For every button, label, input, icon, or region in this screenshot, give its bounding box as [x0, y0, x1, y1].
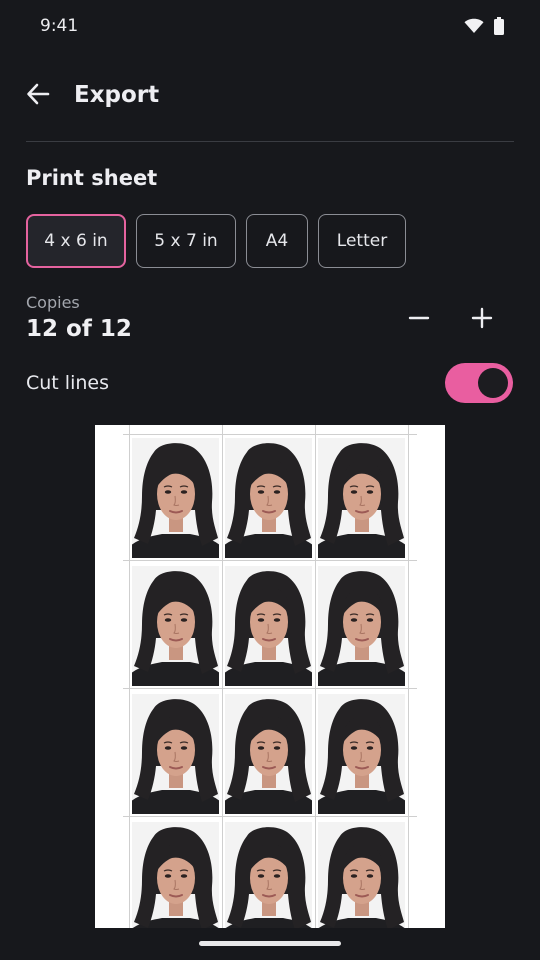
cut-line-horizontal — [123, 560, 417, 561]
divider — [26, 141, 514, 142]
chip-letter[interactable]: Letter — [318, 214, 406, 268]
chip-label: 5 x 7 in — [154, 231, 218, 251]
passport-photo — [318, 438, 405, 558]
passport-photo — [225, 822, 312, 928]
cut-line-horizontal — [123, 816, 417, 817]
cut-line-vertical — [315, 425, 316, 928]
page-title: Export — [74, 82, 160, 108]
passport-photo — [132, 694, 219, 814]
passport-photo — [132, 566, 219, 686]
print-sheet-title: Print sheet — [26, 166, 158, 190]
cut-line-vertical — [129, 425, 130, 928]
cut-line-horizontal — [123, 688, 417, 689]
paper-size-chips: 4 x 6 in 5 x 7 in A4 Letter — [26, 214, 406, 268]
cut-line-vertical — [408, 425, 409, 928]
battery-icon — [494, 17, 504, 39]
cut-lines-toggle[interactable] — [445, 363, 513, 403]
wifi-icon — [464, 18, 484, 38]
back-button[interactable] — [20, 78, 56, 114]
chip-4x6[interactable]: 4 x 6 in — [26, 214, 126, 268]
cut-line-horizontal — [123, 434, 417, 435]
chip-a4[interactable]: A4 — [246, 214, 308, 268]
increment-copies-button[interactable] — [464, 302, 500, 338]
passport-photo — [318, 566, 405, 686]
chip-label: 4 x 6 in — [44, 231, 108, 251]
minus-icon — [408, 307, 430, 333]
app-bar: Export — [0, 70, 540, 124]
photo-grid — [132, 438, 405, 928]
arrow-back-icon — [25, 81, 51, 111]
passport-photo — [318, 822, 405, 928]
status-icons — [464, 17, 504, 39]
toggle-knob — [478, 368, 508, 398]
chip-label: Letter — [336, 231, 388, 251]
chip-5x7[interactable]: 5 x 7 in — [136, 214, 236, 268]
passport-photo — [318, 694, 405, 814]
cut-lines-label: Cut lines — [26, 372, 109, 394]
passport-photo — [225, 438, 312, 558]
plus-icon — [471, 307, 493, 333]
passport-photo — [132, 438, 219, 558]
print-sheet-preview — [95, 425, 445, 928]
status-time: 9:41 — [40, 16, 79, 36]
passport-photo — [132, 822, 219, 928]
home-indicator[interactable] — [199, 941, 341, 946]
copies-label: Copies — [26, 293, 80, 312]
passport-photo — [225, 694, 312, 814]
copies-value: 12 of 12 — [26, 316, 132, 342]
status-bar: 9:41 — [0, 0, 540, 54]
cut-line-vertical — [222, 425, 223, 928]
chip-label: A4 — [265, 231, 289, 251]
decrement-copies-button[interactable] — [401, 302, 437, 338]
passport-photo — [225, 566, 312, 686]
